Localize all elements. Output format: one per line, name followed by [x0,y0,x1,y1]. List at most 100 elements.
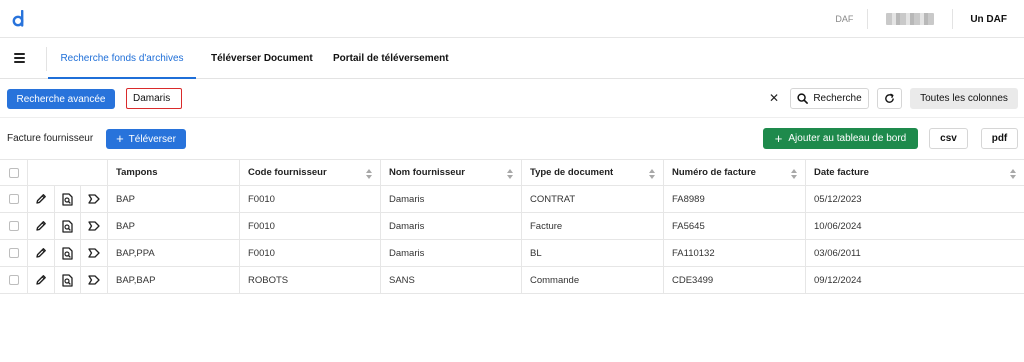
role-label: DAF [821,9,869,29]
user-area: DAF Un DAF [821,0,1024,38]
tab-upload-portal[interactable]: Portail de téléversement [333,39,449,79]
row-checkbox[interactable] [8,248,19,258]
nav-bar: Recherche fonds d'archives Téléverser Do… [0,39,1024,79]
view-document-icon[interactable] [54,186,80,212]
search-icon [797,93,809,104]
add-to-dashboard-button[interactable]: + Ajouter au tableau de bord [763,128,918,149]
header-supplier-name[interactable]: Nom fournisseur [380,160,521,185]
edit-icon[interactable] [27,213,54,239]
cell-supplier-code: F0010 [239,213,380,239]
cell-supplier-name: Damaris [380,186,521,212]
results-toolbar: Facture fournisseur + Téléverser + Ajout… [0,119,1024,159]
hamburger-menu-icon[interactable] [14,53,25,63]
app-logo-icon[interactable] [12,10,26,27]
header-select-cell [0,160,27,185]
plus-icon: + [116,131,124,146]
tab-upload-document[interactable]: Téléverser Document [211,39,313,79]
table-row[interactable]: BAP F0010 Damaris CONTRAT FA8989 05/12/2… [0,186,1024,213]
cell-stamps: BAP [107,186,239,212]
cell-stamps: BAP [107,213,239,239]
cell-invoice-number: FA5645 [663,213,805,239]
refresh-icon [885,93,894,103]
cell-invoice-date: 10/06/2024 [805,213,1024,239]
table-row[interactable]: BAP,BAP ROBOTS SANS Commande CDE3499 09/… [0,267,1024,294]
search-button-label: Recherche [813,93,862,104]
add-to-dashboard-label: Ajouter au tableau de bord [788,133,907,144]
clear-search-icon[interactable]: ✕ [769,91,779,105]
column-label: Date facture [814,167,869,178]
top-bar: DAF Un DAF [0,0,1024,38]
cell-document-type: BL [521,240,663,266]
row-select-cell [0,267,27,293]
upload-button[interactable]: + Téléverser [106,129,186,149]
cell-invoice-number: FA8989 [663,186,805,212]
header-actions [27,160,107,185]
header-document-type[interactable]: Type de document [521,160,663,185]
cell-supplier-name: SANS [380,267,521,293]
csv-export-button[interactable]: csv [929,128,968,149]
tag-icon[interactable] [80,267,107,293]
select-all-checkbox[interactable] [8,167,19,178]
row-select-cell [0,213,27,239]
column-label: Nom fournisseur [389,167,466,178]
row-checkbox[interactable] [8,221,19,231]
cell-supplier-code: ROBOTS [239,267,380,293]
refresh-button[interactable] [877,88,902,109]
results-table: Tampons Code fournisseur Nom fournisseur… [0,159,1024,294]
cell-supplier-code: F0010 [239,240,380,266]
sort-icon[interactable] [507,169,513,179]
cell-invoice-date: 05/12/2023 [805,186,1024,212]
table-body: BAP F0010 Damaris CONTRAT FA8989 05/12/2… [0,186,1024,294]
edit-icon[interactable] [27,240,54,266]
sort-icon[interactable] [649,169,655,179]
table-header: Tampons Code fournisseur Nom fournisseur… [0,159,1024,186]
cell-invoice-number: CDE3499 [663,267,805,293]
cell-invoice-number: FA110132 [663,240,805,266]
divider [46,47,47,71]
cell-document-type: Facture [521,213,663,239]
column-label: Tampons [116,167,158,178]
cell-supplier-name: Damaris [380,240,521,266]
cell-invoice-date: 03/06/2011 [805,240,1024,266]
tag-icon[interactable] [80,213,107,239]
column-label: Numéro de facture [672,167,756,178]
cell-invoice-date: 09/12/2024 [805,267,1024,293]
header-invoice-number[interactable]: Numéro de facture [663,160,805,185]
edit-icon[interactable] [27,186,54,212]
tab-archive-search[interactable]: Recherche fonds d'archives [48,39,196,79]
column-label: Type de document [530,167,614,178]
header-supplier-code[interactable]: Code fournisseur [239,160,380,185]
view-document-icon[interactable] [54,240,80,266]
view-document-icon[interactable] [54,267,80,293]
header-stamps[interactable]: Tampons [107,160,239,185]
tag-icon[interactable] [80,186,107,212]
section-label: Facture fournisseur [7,133,94,144]
cell-stamps: BAP,PPA [107,240,239,266]
sort-icon[interactable] [366,169,372,179]
upload-button-label: Téléverser [128,133,176,145]
blurred-username [886,13,935,25]
sort-icon[interactable] [1010,169,1016,179]
plus-icon: + [774,130,783,146]
search-button[interactable]: Recherche [790,88,869,109]
view-document-icon[interactable] [54,213,80,239]
row-select-cell [0,186,27,212]
sort-icon[interactable] [791,169,797,179]
cell-document-type: Commande [521,267,663,293]
header-invoice-date[interactable]: Date facture [805,160,1024,185]
row-checkbox[interactable] [8,194,19,204]
table-row[interactable]: BAP F0010 Damaris Facture FA5645 10/06/2… [0,213,1024,240]
pdf-export-button[interactable]: pdf [981,128,1018,149]
row-select-cell [0,240,27,266]
search-input[interactable] [126,88,182,109]
tag-icon[interactable] [80,240,107,266]
row-checkbox[interactable] [8,275,19,285]
cell-document-type: CONTRAT [521,186,663,212]
user-menu[interactable]: Un DAF [953,14,1024,25]
cell-supplier-code: F0010 [239,186,380,212]
edit-icon[interactable] [27,267,54,293]
advanced-search-button[interactable]: Recherche avancée [7,89,115,109]
column-label: Code fournisseur [248,167,327,178]
table-row[interactable]: BAP,PPA F0010 Damaris BL FA110132 03/06/… [0,240,1024,267]
all-columns-button[interactable]: Toutes les colonnes [910,88,1018,109]
